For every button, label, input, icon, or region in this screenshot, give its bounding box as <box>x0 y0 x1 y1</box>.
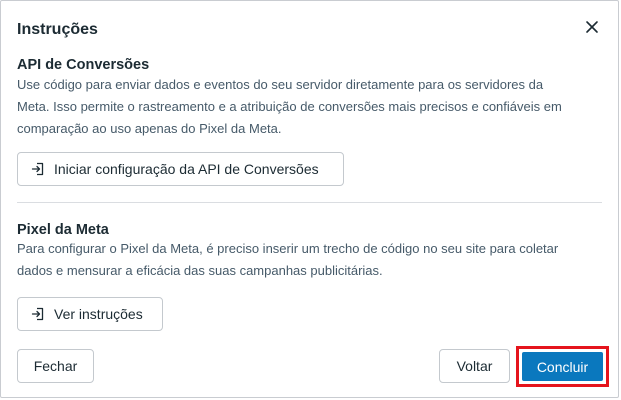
description-line: Meta. Isso permite o rastreamento e a at… <box>17 99 562 114</box>
close-button[interactable] <box>580 17 604 41</box>
section-divider <box>17 202 602 203</box>
instructions-dialog: Instruções API de Conversões Use código … <box>0 0 619 398</box>
conversions-api-heading: API de Conversões <box>17 57 150 73</box>
sign-in-icon <box>30 306 46 322</box>
back-button[interactable]: Voltar <box>439 349 510 383</box>
view-instructions-label: Ver instruções <box>54 306 143 322</box>
meta-pixel-description: Para configurar o Pixel da Meta, é preci… <box>17 238 607 282</box>
close-icon <box>585 20 599 39</box>
start-conversions-api-setup-button[interactable]: Iniciar configuração da API de Conversõe… <box>17 152 344 186</box>
close-dialog-button[interactable]: Fechar <box>17 349 94 383</box>
sign-in-icon <box>30 161 46 177</box>
start-conversions-api-setup-label: Iniciar configuração da API de Conversõe… <box>54 161 319 177</box>
description-line: Para configurar o Pixel da Meta, é preci… <box>17 241 559 256</box>
dialog-title: Instruções <box>17 21 98 38</box>
conversions-api-description: Use código para enviar dados e eventos d… <box>17 74 607 140</box>
description-line: Use código para enviar dados e eventos d… <box>17 77 544 92</box>
view-instructions-button[interactable]: Ver instruções <box>17 297 163 331</box>
description-line: dados e mensurar a eficácia das suas cam… <box>17 263 383 278</box>
finish-button[interactable]: Concluir <box>522 352 603 381</box>
meta-pixel-heading: Pixel da Meta <box>17 222 109 238</box>
description-line: comparação ao uso apenas do Pixel da Met… <box>17 121 282 136</box>
finish-button-highlight: Concluir <box>516 346 609 387</box>
